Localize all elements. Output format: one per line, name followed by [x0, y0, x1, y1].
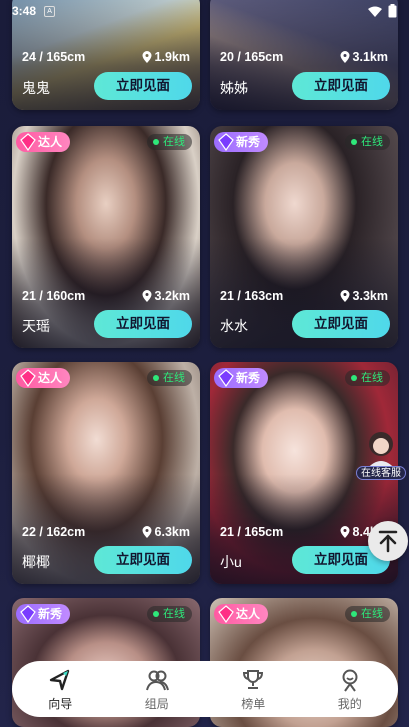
badge-daren: 达人 [16, 368, 71, 388]
badge-daren: 达人 [214, 604, 269, 624]
profile-card[interactable]: 新秀 在线 21 / 163cm 3.3km 水水 立即见面 [210, 126, 398, 348]
meet-now-button[interactable]: 立即见面 [94, 72, 192, 100]
age-height: 21 / 163cm [220, 289, 284, 303]
wifi-icon [368, 6, 382, 17]
online-status: 在线 [147, 134, 192, 150]
meet-now-button[interactable]: 立即见面 [94, 546, 192, 574]
battery-icon [388, 4, 397, 18]
tab-ranking[interactable]: 榜单 [218, 667, 288, 712]
diamond-icon [20, 605, 36, 623]
status-bar: 3:48 A [0, 0, 409, 22]
meet-now-button[interactable]: 立即见面 [94, 310, 192, 338]
profile-name: 天瑶 [22, 318, 50, 334]
arrow-up-icon [378, 530, 398, 553]
notification-icon: A [44, 5, 56, 17]
tab-label: 向导 [48, 696, 73, 711]
tab-label: 我的 [337, 696, 362, 711]
distance: 3.2km [154, 289, 190, 303]
age-height: 21 / 165cm [220, 525, 284, 539]
profile-card[interactable]: 达人 在线 22 / 162cm 6.3km 椰椰 立即见面 [12, 362, 200, 584]
tab-label: 组局 [144, 696, 169, 711]
profile-name: 小u [220, 554, 242, 570]
distance: 3.1km [352, 50, 388, 64]
profile-name: 姊姊 [220, 80, 248, 96]
scroll-to-top-button[interactable] [368, 521, 408, 561]
tab-profile[interactable]: 我的 [315, 667, 385, 712]
online-status: 在线 [147, 370, 192, 386]
bottom-tab-bar: 向导 组局 榜单 我的 [12, 661, 398, 717]
diamond-icon [20, 369, 36, 387]
age-height: 21 / 160cm [22, 289, 86, 303]
tab-guide[interactable]: 向导 [25, 667, 95, 712]
distance: 6.3km [154, 525, 190, 539]
online-status: 在线 [147, 606, 192, 622]
service-avatar-icon [366, 432, 396, 470]
location-pin-icon [142, 51, 152, 63]
age-height: 20 / 165cm [220, 50, 284, 64]
diamond-icon [218, 369, 234, 387]
profile-card[interactable]: 达人 在线 21 / 160cm 3.2km 天瑶 立即见面 [12, 126, 200, 348]
location-pin-icon [340, 290, 350, 302]
profile-name: 鬼鬼 [22, 80, 50, 96]
age-height: 24 / 165cm [22, 50, 86, 64]
tab-label: 榜单 [241, 696, 266, 711]
profile-icon [342, 669, 358, 692]
location-pin-icon [142, 290, 152, 302]
status-icons [368, 4, 397, 18]
meet-now-button[interactable]: 立即见面 [292, 72, 390, 100]
profile-name: 水水 [220, 318, 248, 334]
customer-service-float[interactable]: 在线客服 [356, 426, 406, 480]
age-height: 22 / 162cm [22, 525, 86, 539]
profile-name: 椰椰 [22, 554, 50, 570]
diamond-icon [218, 605, 234, 623]
status-time: 3:48 [12, 4, 37, 18]
online-status: 在线 [345, 370, 390, 386]
location-pin-icon [340, 526, 350, 538]
badge-daren: 达人 [16, 132, 71, 152]
navigate-icon [50, 669, 70, 690]
badge-xinxiu: 新秀 [214, 132, 269, 152]
meet-now-button[interactable]: 立即见面 [292, 310, 390, 338]
badge-xinxiu: 新秀 [214, 368, 269, 388]
location-pin-icon [340, 51, 350, 63]
service-label: 在线客服 [356, 466, 406, 480]
group-icon [145, 670, 169, 690]
online-status: 在线 [345, 134, 390, 150]
distance: 3.3km [352, 289, 388, 303]
diamond-icon [20, 133, 36, 151]
trophy-icon [243, 669, 264, 689]
location-pin-icon [142, 526, 152, 538]
diamond-icon [218, 133, 234, 151]
distance: 1.9km [154, 50, 190, 64]
tab-group[interactable]: 组局 [122, 667, 192, 712]
badge-xinxiu: 新秀 [16, 604, 71, 624]
online-status: 在线 [345, 606, 390, 622]
